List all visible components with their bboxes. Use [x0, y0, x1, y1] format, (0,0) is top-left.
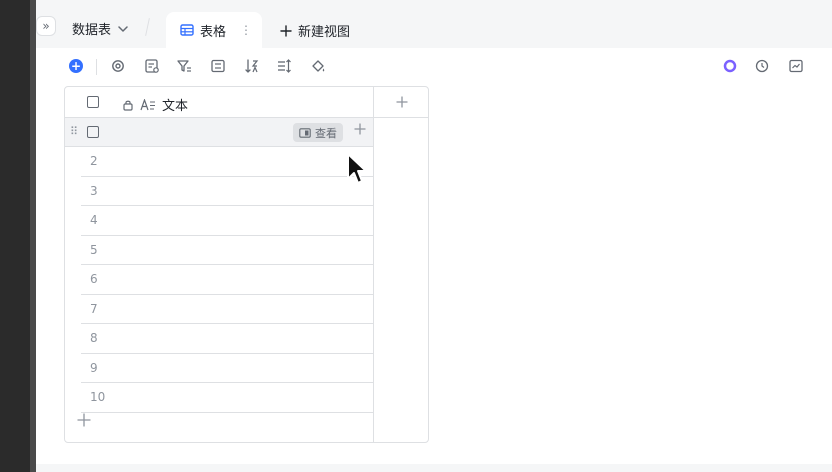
- expand-sidebar-button[interactable]: »: [36, 16, 56, 36]
- mouse-pointer-icon: [347, 153, 367, 184]
- history-button[interactable]: [752, 56, 772, 76]
- table-row[interactable]: 5: [81, 236, 373, 265]
- data-grid: 文本 ⠿ 查看 2 3 4 5 6 7 8 9 10: [64, 86, 429, 443]
- group-button[interactable]: [208, 56, 228, 76]
- table-row[interactable]: 6: [81, 265, 373, 295]
- table-row[interactable]: 8: [81, 324, 373, 354]
- field-settings-button[interactable]: [108, 56, 128, 76]
- double-chevron-right-icon: »: [42, 19, 50, 33]
- gear-icon: [112, 60, 124, 72]
- new-view-button[interactable]: 新建视图: [280, 21, 350, 40]
- chart-box-icon: [789, 59, 803, 73]
- row-number: 2: [90, 154, 98, 169]
- row-number: 10: [90, 390, 106, 405]
- datasheet-label: 数据表: [72, 23, 112, 38]
- chevron-down-icon: [118, 25, 128, 32]
- row-number: 8: [90, 331, 98, 346]
- row-number: 3: [90, 183, 98, 198]
- more-vertical-icon[interactable]: ⋮: [240, 23, 252, 37]
- table-row[interactable]: ⠿ 查看: [65, 118, 373, 147]
- tab-label: 表格: [200, 24, 227, 40]
- view-settings-button[interactable]: [142, 56, 162, 76]
- row-height-button[interactable]: [274, 56, 294, 76]
- filter-icon: [177, 60, 191, 72]
- field-header-text[interactable]: 文本: [122, 95, 188, 114]
- row-number: 5: [90, 242, 98, 257]
- add-record-plus-icon[interactable]: [77, 413, 91, 427]
- document-settings-icon: [145, 59, 159, 73]
- sort-button[interactable]: [242, 56, 262, 76]
- toolbar-separator: [96, 59, 97, 75]
- clock-icon: [755, 59, 769, 73]
- lock-icon: [123, 100, 133, 111]
- ai-ring-icon: [723, 59, 737, 73]
- table-row[interactable]: 3: [81, 177, 373, 206]
- table-row[interactable]: 2: [81, 147, 373, 177]
- view-record-button[interactable]: 查看: [293, 123, 343, 142]
- add-circle-icon: +: [69, 59, 83, 73]
- field-name: 文本: [162, 99, 189, 114]
- row-number: 6: [90, 272, 98, 287]
- add-record-button[interactable]: +: [66, 56, 86, 76]
- table-icon: [180, 24, 194, 36]
- row-number: 7: [90, 301, 98, 316]
- add-field-button[interactable]: [374, 87, 428, 118]
- bottom-shade: [36, 464, 832, 472]
- text-field-icon: [140, 98, 155, 110]
- grid-header-row: 文本: [65, 87, 373, 118]
- view-record-label: 查看: [315, 126, 337, 140]
- new-view-label: 新建视图: [298, 25, 351, 40]
- table-row[interactable]: 4: [81, 206, 373, 236]
- add-row-plus-icon[interactable]: [354, 123, 366, 135]
- expand-record-icon: [299, 127, 311, 138]
- plus-icon: [396, 96, 408, 108]
- dashboard-button[interactable]: [786, 56, 806, 76]
- fill-color-button[interactable]: [308, 56, 328, 76]
- left-dark-strip: [0, 0, 30, 472]
- datasheet-switcher[interactable]: 数据表: [72, 19, 129, 38]
- list-group-icon: [211, 59, 225, 73]
- select-all-checkbox[interactable]: [87, 96, 99, 108]
- table-row[interactable]: 7: [81, 295, 373, 324]
- row-height-icon: [278, 59, 291, 73]
- row-number: 4: [90, 213, 98, 228]
- header-bar: [36, 8, 832, 48]
- table-row[interactable]: 10: [81, 383, 373, 413]
- row-number: 9: [90, 360, 98, 375]
- filter-button[interactable]: [174, 56, 194, 76]
- column-divider: [373, 87, 374, 442]
- drag-handle-icon[interactable]: ⠿: [70, 125, 78, 138]
- ai-button[interactable]: [720, 56, 740, 76]
- plus-icon: [280, 24, 292, 37]
- sort-icon: [245, 59, 259, 73]
- row-checkbox[interactable]: [87, 126, 99, 138]
- toolbar: +: [66, 56, 806, 78]
- table-row[interactable]: 9: [81, 354, 373, 383]
- paint-bucket-icon: [312, 60, 325, 72]
- tab-table[interactable]: 表格 ⋮: [166, 12, 262, 48]
- top-shade: [36, 0, 832, 8]
